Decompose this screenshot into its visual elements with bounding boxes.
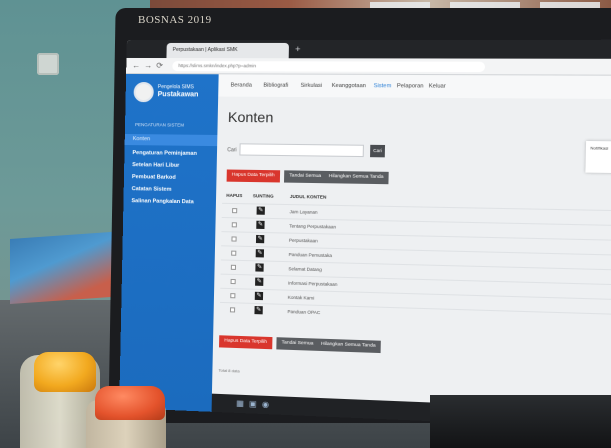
top-navigation: Beranda Bibliografi Sirkulasi Keanggotaa… (218, 74, 611, 99)
edit-icon[interactable]: ✎ (254, 306, 262, 314)
row-title: Tentang Perpustakaan (289, 223, 336, 229)
row-checkbox[interactable] (231, 265, 236, 270)
edit-icon[interactable]: ✎ (255, 278, 263, 286)
nav-keluar[interactable]: Keluar (429, 83, 446, 89)
delete-selected-button[interactable]: Hapus Data Terpilih (227, 169, 280, 182)
row-title: Informasi Perpustakaan (288, 280, 337, 286)
row-checkbox[interactable] (230, 293, 235, 298)
user-role: Pustakawan (158, 91, 199, 98)
search-input[interactable] (239, 143, 364, 157)
sidebar: Pengelola SIMS Pustakawan PENGATURAN SIS… (119, 74, 218, 412)
row-title: Selamat Datang (288, 266, 322, 272)
row-checkbox[interactable] (230, 307, 235, 312)
main-content: Beranda Bibliografi Sirkulasi Keanggotaa… (212, 74, 611, 429)
browser-tab-strip: Perpustakaan | Aplikasi SMK + (126, 40, 611, 59)
column-header-title[interactable]: JUDUL KONTEN (290, 194, 327, 200)
check-all-button[interactable]: Tandai Semua (284, 170, 326, 183)
tab-title: Perpustakaan | Aplikasi SMK (173, 47, 238, 53)
nav-sirkulasi[interactable]: Sirkulasi (300, 83, 322, 89)
column-header-edit: SUNTING (253, 193, 274, 198)
bottle-cap (34, 352, 96, 392)
user-name: Pengelola SIMS (158, 84, 194, 90)
edit-icon[interactable]: ✎ (257, 206, 265, 214)
row-title: Panduan Pemustaka (289, 252, 332, 258)
sidebar-item-konten[interactable]: Konten (125, 134, 218, 146)
monitor-label: BOSNAS 2019 (138, 14, 212, 26)
browser-toolbar: ←→⟳ https://slims.smkn/index.php?p=admin (126, 58, 611, 76)
sidebar-heading: PENGATURAN SISTEM (135, 122, 184, 127)
nav-arrows-icon[interactable]: ←→⟳ (132, 61, 167, 70)
avatar (134, 82, 154, 102)
edit-icon[interactable]: ✎ (255, 292, 263, 300)
row-title: Jam Layanan (290, 209, 318, 215)
row-title: Kontak Kami (288, 295, 315, 301)
sidebar-item-peminjaman[interactable]: Pengaturan Peminjaman (124, 148, 217, 160)
content-table: HAPUS SUNTING JUDUL KONTEN ✎ Jam Layanan… (222, 190, 611, 197)
search-button[interactable]: Cari (370, 145, 385, 158)
check-all-button-bottom[interactable]: Tandai Semua (276, 337, 318, 351)
bottle-cap (95, 386, 165, 420)
uncheck-all-button-bottom[interactable]: Hilangkan Semua Tanda (316, 339, 381, 354)
monitor-screen: Perpustakaan | Aplikasi SMK + ←→⟳ https:… (119, 40, 611, 430)
edit-icon[interactable]: ✎ (256, 249, 264, 257)
row-checkbox[interactable] (231, 236, 236, 241)
notification-popup[interactable]: Notifikasi (585, 141, 611, 173)
browser-tab[interactable]: Perpustakaan | Aplikasi SMK (166, 43, 289, 58)
sidebar-item-barkod[interactable]: Pembuat Barkod (124, 172, 217, 185)
search-label: Cari (227, 147, 236, 153)
taskbar-apps-icon[interactable]: ▦▣◉ (236, 399, 274, 410)
row-title: Panduan OPAC (287, 309, 320, 315)
edit-icon[interactable]: ✎ (256, 235, 264, 243)
footer-note: Total 8 data (218, 368, 239, 374)
address-bar[interactable]: https://slims.smkn/index.php?p=admin (172, 61, 485, 72)
row-checkbox[interactable] (232, 208, 237, 213)
nav-bibliografi[interactable]: Bibliografi (263, 83, 288, 89)
nav-beranda[interactable]: Beranda (231, 82, 252, 88)
column-header-delete: HAPUS (226, 193, 242, 198)
wall-switch (37, 53, 59, 75)
edit-icon[interactable]: ✎ (256, 221, 264, 229)
nav-keanggotaan[interactable]: Keanggotaan (332, 83, 366, 89)
sidebar-item-hari-libur[interactable]: Setelan Hari Libur (124, 160, 217, 172)
sidebar-item-catatan[interactable]: Catatan Sistem (124, 184, 217, 197)
nav-sistem[interactable]: Sistem (374, 83, 392, 89)
new-tab-icon[interactable]: + (295, 44, 301, 54)
uncheck-all-button[interactable]: Hilangkan Semua Tanda (323, 171, 389, 184)
row-checkbox[interactable] (231, 251, 236, 256)
sidebar-item-salinan[interactable]: Salinan Pangkalan Data (123, 196, 216, 209)
nav-pelaporan[interactable]: Pelaporan (397, 83, 424, 89)
monitor-stand (430, 395, 611, 448)
page-title: Konten (228, 109, 274, 126)
edit-icon[interactable]: ✎ (255, 263, 263, 271)
delete-selected-button-bottom[interactable]: Hapus Data Terpilih (219, 335, 272, 349)
row-title: Perpustakaan (289, 238, 318, 244)
row-checkbox[interactable] (231, 279, 236, 284)
row-checkbox[interactable] (232, 222, 237, 227)
book (10, 231, 125, 304)
